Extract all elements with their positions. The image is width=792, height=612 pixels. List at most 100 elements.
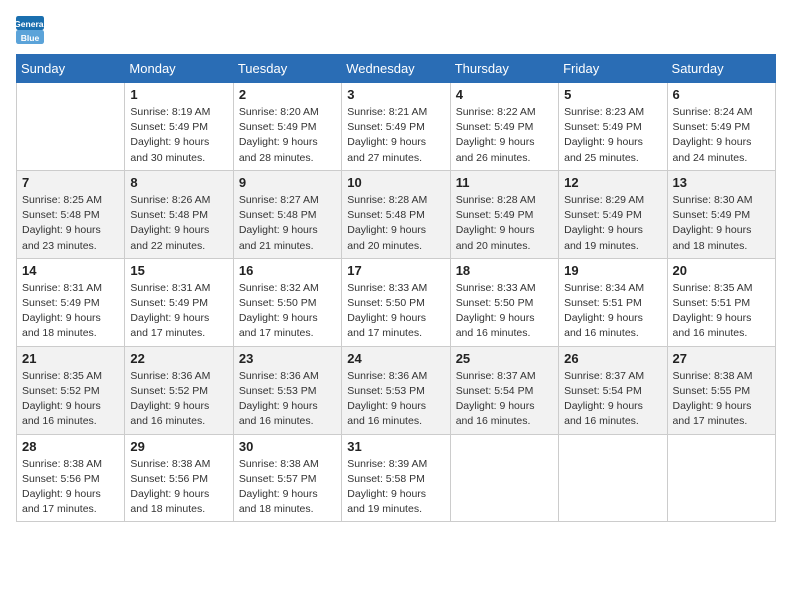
- week-row-5: 28 Sunrise: 8:38 AM Sunset: 5:56 PM Dayli…: [17, 434, 776, 522]
- week-row-1: 1 Sunrise: 8:19 AM Sunset: 5:49 PM Daylig…: [17, 83, 776, 171]
- day-number: 21: [22, 351, 119, 366]
- calendar-table: SundayMondayTuesdayWednesdayThursdayFrid…: [16, 54, 776, 522]
- calendar-cell: [559, 434, 667, 522]
- calendar-cell: 15Sunrise: 8:31 AM Sunset: 5:49 PM Dayli…: [125, 258, 233, 346]
- calendar-cell: 8 Sunrise: 8:26 AM Sunset: 5:48 PM Daylig…: [125, 170, 233, 258]
- day-info: Sunrise: 8:28 AM Sunset: 5:49 PM Dayligh…: [456, 193, 553, 254]
- day-number: 13: [673, 175, 770, 190]
- calendar-cell: 18 Sunrise: 8:33 AM Sunset: 5:50 PM Dayli…: [450, 258, 558, 346]
- day-info: Sunrise: 8:32 AM Sunset: 5:50 PM Dayligh…: [239, 281, 336, 342]
- header: General Blue: [16, 16, 776, 44]
- day-number: 14: [22, 263, 119, 278]
- day-number: 23: [239, 351, 336, 366]
- day-number: 24: [347, 351, 444, 366]
- week-row-3: 14 Sunrise: 8:31 AM Sunset: 5:49 PM Dayli…: [17, 258, 776, 346]
- day-number: 18: [456, 263, 553, 278]
- day-number: 15: [130, 263, 227, 278]
- day-number: 11: [456, 175, 553, 190]
- day-info: Sunrise: 8:21 AM Sunset: 5:49 PM Dayligh…: [347, 105, 444, 166]
- calendar-cell: 12 Sunrise: 8:29 AM Sunset: 5:49 PM Dayli…: [559, 170, 667, 258]
- weekday-friday: Friday: [559, 55, 667, 83]
- weekday-saturday: Saturday: [667, 55, 775, 83]
- calendar-cell: [450, 434, 558, 522]
- calendar-cell: 2 Sunrise: 8:20 AM Sunset: 5:49 PM Daylig…: [233, 83, 341, 171]
- day-number: 5: [564, 87, 661, 102]
- day-info: Sunrise: 8:38 AM Sunset: 5:56 PM Dayligh…: [130, 457, 227, 518]
- day-number: 8: [130, 175, 227, 190]
- day-info: Sunrise: 8:38 AM Sunset: 5:55 PM Dayligh…: [673, 369, 770, 430]
- day-info: Sunrise: 8:20 AM Sunset: 5:49 PM Dayligh…: [239, 105, 336, 166]
- day-number: 4: [456, 87, 553, 102]
- calendar-cell: [667, 434, 775, 522]
- day-number: 12: [564, 175, 661, 190]
- day-info: Sunrise: 8:24 AM Sunset: 5:49 PM Dayligh…: [673, 105, 770, 166]
- day-info: Sunrise: 8:26 AM Sunset: 5:48 PM Dayligh…: [130, 193, 227, 254]
- calendar-cell: 26 Sunrise: 8:37 AM Sunset: 5:54 PM Dayli…: [559, 346, 667, 434]
- calendar-cell: 7Sunrise: 8:25 AM Sunset: 5:48 PM Daylig…: [17, 170, 125, 258]
- calendar-cell: 20Sunrise: 8:35 AM Sunset: 5:51 PM Dayli…: [667, 258, 775, 346]
- day-number: 25: [456, 351, 553, 366]
- weekday-wednesday: Wednesday: [342, 55, 450, 83]
- calendar-cell: 29 Sunrise: 8:38 AM Sunset: 5:56 PM Dayli…: [125, 434, 233, 522]
- day-number: 16: [239, 263, 336, 278]
- calendar-cell: 19Sunrise: 8:34 AM Sunset: 5:51 PM Dayli…: [559, 258, 667, 346]
- day-number: 3: [347, 87, 444, 102]
- day-number: 29: [130, 439, 227, 454]
- calendar-cell: 28Sunrise: 8:38 AM Sunset: 5:56 PM Dayli…: [17, 434, 125, 522]
- calendar-cell: 23 Sunrise: 8:36 AM Sunset: 5:53 PM Dayli…: [233, 346, 341, 434]
- day-number: 17: [347, 263, 444, 278]
- day-number: 10: [347, 175, 444, 190]
- calendar-cell: 1 Sunrise: 8:19 AM Sunset: 5:49 PM Daylig…: [125, 83, 233, 171]
- weekday-tuesday: Tuesday: [233, 55, 341, 83]
- day-number: 6: [673, 87, 770, 102]
- day-info: Sunrise: 8:36 AM Sunset: 5:53 PM Dayligh…: [239, 369, 336, 430]
- calendar-cell: 27 Sunrise: 8:38 AM Sunset: 5:55 PM Dayli…: [667, 346, 775, 434]
- weekday-monday: Monday: [125, 55, 233, 83]
- weekday-thursday: Thursday: [450, 55, 558, 83]
- day-number: 28: [22, 439, 119, 454]
- calendar-cell: 17 Sunrise: 8:33 AM Sunset: 5:50 PM Dayli…: [342, 258, 450, 346]
- calendar-cell: 11 Sunrise: 8:28 AM Sunset: 5:49 PM Dayli…: [450, 170, 558, 258]
- day-info: Sunrise: 8:35 AM Sunset: 5:52 PM Dayligh…: [22, 369, 119, 430]
- day-info: Sunrise: 8:34 AM Sunset: 5:51 PM Dayligh…: [564, 281, 661, 342]
- day-info: Sunrise: 8:30 AM Sunset: 5:49 PM Dayligh…: [673, 193, 770, 254]
- day-number: 30: [239, 439, 336, 454]
- day-number: 31: [347, 439, 444, 454]
- day-number: 22: [130, 351, 227, 366]
- week-row-2: 7Sunrise: 8:25 AM Sunset: 5:48 PM Daylig…: [17, 170, 776, 258]
- day-info: Sunrise: 8:22 AM Sunset: 5:49 PM Dayligh…: [456, 105, 553, 166]
- day-info: Sunrise: 8:39 AM Sunset: 5:58 PM Dayligh…: [347, 457, 444, 518]
- day-number: 27: [673, 351, 770, 366]
- calendar-cell: 14 Sunrise: 8:31 AM Sunset: 5:49 PM Dayli…: [17, 258, 125, 346]
- day-info: Sunrise: 8:37 AM Sunset: 5:54 PM Dayligh…: [456, 369, 553, 430]
- week-row-4: 21 Sunrise: 8:35 AM Sunset: 5:52 PM Dayli…: [17, 346, 776, 434]
- day-info: Sunrise: 8:36 AM Sunset: 5:52 PM Dayligh…: [130, 369, 227, 430]
- calendar-cell: 3 Sunrise: 8:21 AM Sunset: 5:49 PM Daylig…: [342, 83, 450, 171]
- svg-text:General: General: [16, 19, 44, 29]
- calendar-cell: 9 Sunrise: 8:27 AM Sunset: 5:48 PM Daylig…: [233, 170, 341, 258]
- day-info: Sunrise: 8:33 AM Sunset: 5:50 PM Dayligh…: [347, 281, 444, 342]
- calendar-cell: 25 Sunrise: 8:37 AM Sunset: 5:54 PM Dayli…: [450, 346, 558, 434]
- day-info: Sunrise: 8:29 AM Sunset: 5:49 PM Dayligh…: [564, 193, 661, 254]
- svg-text:Blue: Blue: [21, 33, 40, 43]
- day-info: Sunrise: 8:28 AM Sunset: 5:48 PM Dayligh…: [347, 193, 444, 254]
- day-number: 26: [564, 351, 661, 366]
- day-info: Sunrise: 8:31 AM Sunset: 5:49 PM Dayligh…: [22, 281, 119, 342]
- calendar-cell: [17, 83, 125, 171]
- day-info: Sunrise: 8:27 AM Sunset: 5:48 PM Dayligh…: [239, 193, 336, 254]
- day-number: 1: [130, 87, 227, 102]
- day-info: Sunrise: 8:38 AM Sunset: 5:57 PM Dayligh…: [239, 457, 336, 518]
- weekday-sunday: Sunday: [17, 55, 125, 83]
- day-number: 2: [239, 87, 336, 102]
- calendar-cell: 21 Sunrise: 8:35 AM Sunset: 5:52 PM Dayli…: [17, 346, 125, 434]
- calendar-cell: 24Sunrise: 8:36 AM Sunset: 5:53 PM Dayli…: [342, 346, 450, 434]
- calendar-cell: 5Sunrise: 8:23 AM Sunset: 5:49 PM Daylig…: [559, 83, 667, 171]
- day-info: Sunrise: 8:37 AM Sunset: 5:54 PM Dayligh…: [564, 369, 661, 430]
- day-info: Sunrise: 8:33 AM Sunset: 5:50 PM Dayligh…: [456, 281, 553, 342]
- calendar-cell: 10 Sunrise: 8:28 AM Sunset: 5:48 PM Dayli…: [342, 170, 450, 258]
- day-number: 20: [673, 263, 770, 278]
- day-info: Sunrise: 8:19 AM Sunset: 5:49 PM Dayligh…: [130, 105, 227, 166]
- day-number: 9: [239, 175, 336, 190]
- calendar-cell: 6 Sunrise: 8:24 AM Sunset: 5:49 PM Daylig…: [667, 83, 775, 171]
- calendar-cell: 13 Sunrise: 8:30 AM Sunset: 5:49 PM Dayli…: [667, 170, 775, 258]
